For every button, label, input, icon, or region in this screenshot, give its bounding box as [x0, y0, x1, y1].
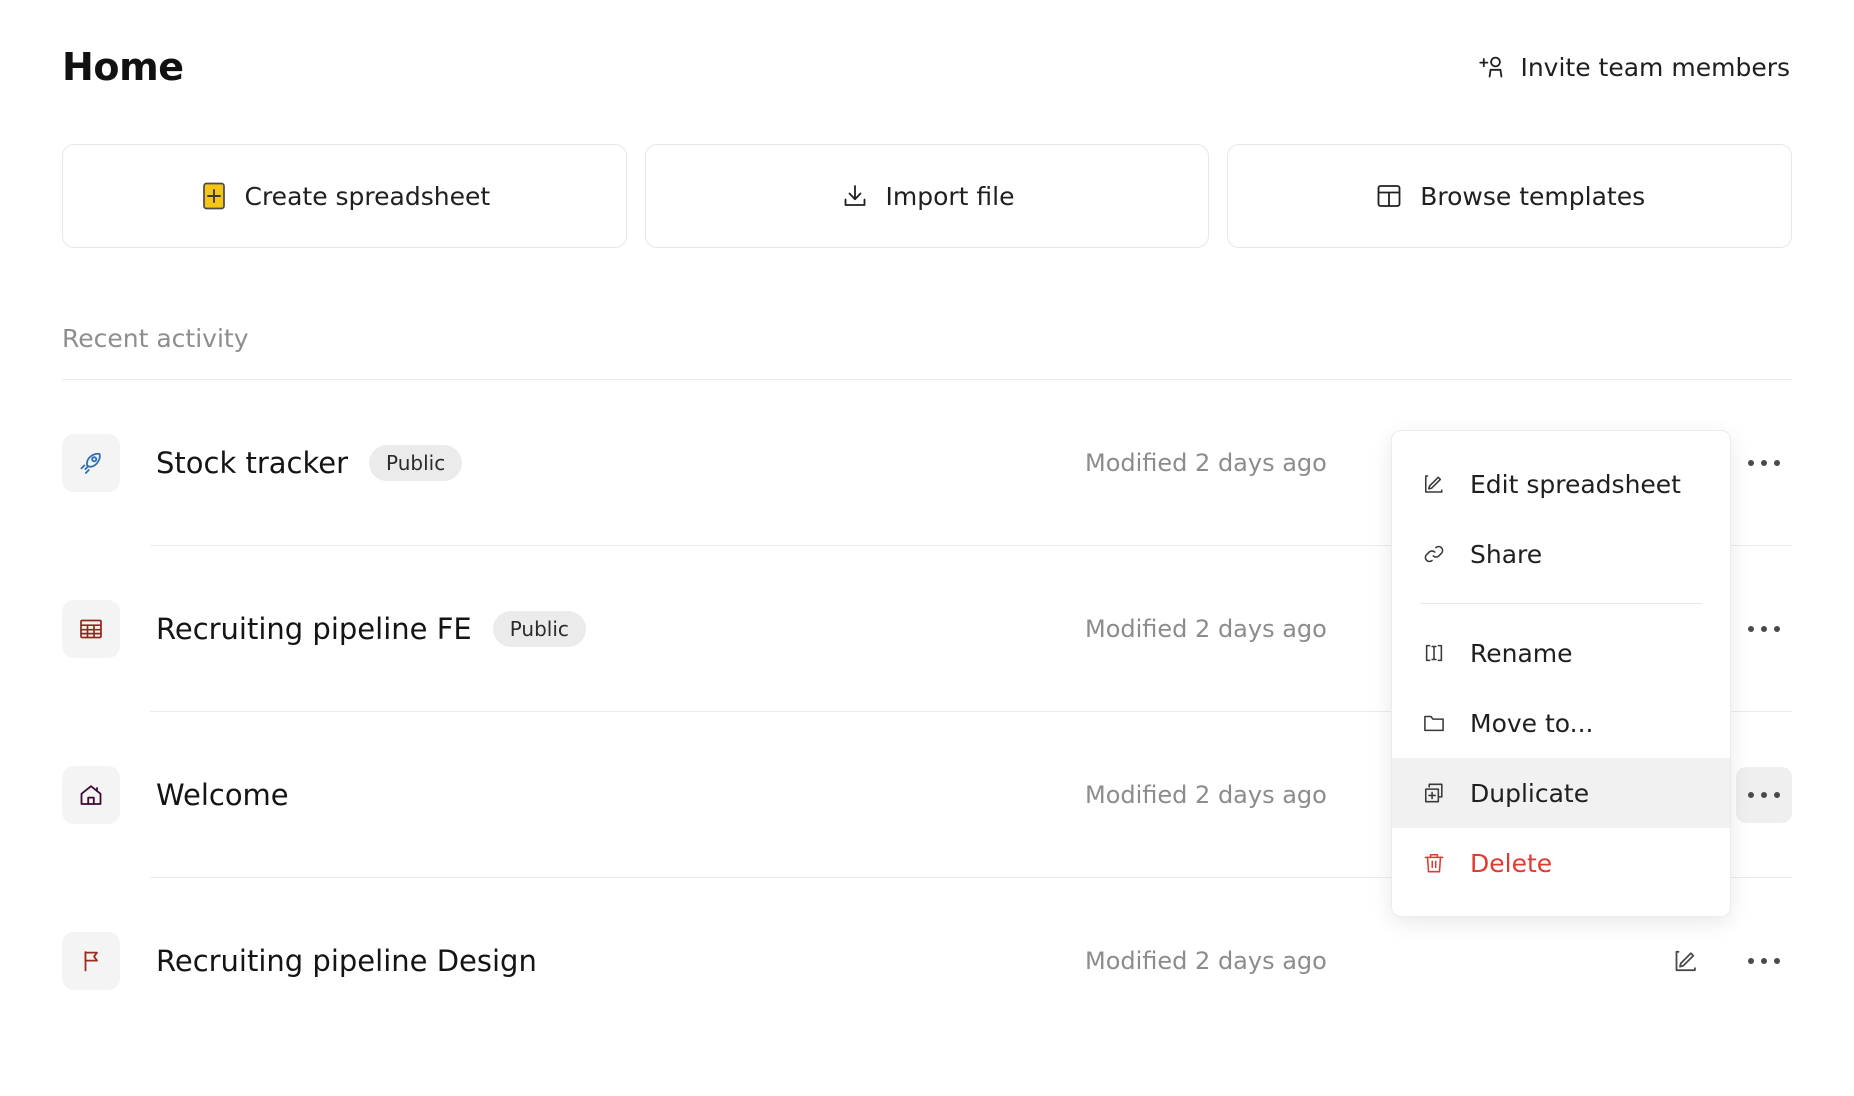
list-item-title: Recruiting pipeline FE [156, 611, 472, 646]
import-file-button[interactable]: Import file [644, 144, 1210, 248]
table-grid-icon [62, 600, 120, 658]
context-menu-item-label: Delete [1470, 848, 1553, 878]
list-item-actions [1736, 435, 1792, 491]
context-menu-item-label: Duplicate [1470, 778, 1590, 808]
plus-square-yellow-icon [199, 181, 229, 211]
create-spreadsheet-label: Create spreadsheet [244, 181, 491, 211]
list-item-main: Recruiting pipeline Design [62, 932, 537, 990]
ellipsis-icon [1748, 792, 1780, 798]
list-item-main: Recruiting pipeline FE Public [62, 600, 586, 658]
list-item-title: Recruiting pipeline Design [156, 943, 537, 978]
context-menu-item-label: Move to... [1470, 708, 1594, 738]
more-options-button[interactable] [1736, 601, 1792, 657]
person-plus-icon [1477, 52, 1507, 82]
list-item-actions [1658, 933, 1792, 989]
list-item-actions [1736, 767, 1792, 823]
folder-icon [1420, 709, 1448, 737]
context-menu-item-move-to[interactable]: Move to... [1392, 688, 1730, 758]
duplicate-copy-icon [1420, 779, 1448, 807]
import-file-label: Import file [885, 181, 1015, 211]
flag-icon [62, 932, 120, 990]
trash-icon [1420, 849, 1448, 877]
context-menu-item-label: Edit spreadsheet [1470, 469, 1681, 499]
context-menu-item-label: Rename [1470, 638, 1573, 668]
import-download-icon [840, 181, 870, 211]
template-layout-icon [1374, 181, 1404, 211]
list-item-actions [1736, 601, 1792, 657]
text-cursor-icon [1420, 639, 1448, 667]
list-item-main: Stock tracker Public [62, 434, 463, 492]
list-item-title: Welcome [156, 777, 289, 812]
status-badge: Public [492, 611, 586, 647]
ellipsis-icon [1748, 626, 1780, 632]
edit-pencil-icon [1671, 946, 1701, 976]
home-page: Home Invite team members Create spreadsh… [0, 0, 1854, 1096]
list-item-modified: Modified 2 days ago [1085, 781, 1327, 809]
house-icon [62, 766, 120, 824]
invite-team-members-label: Invite team members [1520, 52, 1790, 82]
status-badge: Public [369, 445, 463, 481]
page-title: Home [62, 45, 184, 89]
ellipsis-icon [1748, 958, 1780, 964]
list-item-modified: Modified 2 days ago [1085, 449, 1327, 477]
list-item-modified: Modified 2 days ago [1085, 615, 1327, 643]
list-item-main: Welcome [62, 766, 289, 824]
more-options-button[interactable] [1736, 435, 1792, 491]
edit-button[interactable] [1658, 933, 1714, 989]
link-chain-icon [1420, 540, 1448, 568]
list-item-modified: Modified 2 days ago [1085, 947, 1327, 975]
context-menu-item-share[interactable]: Share [1392, 519, 1730, 589]
ellipsis-icon [1748, 460, 1780, 466]
more-options-button[interactable] [1736, 933, 1792, 989]
page-header: Home Invite team members [62, 0, 1792, 98]
create-spreadsheet-button[interactable]: Create spreadsheet [62, 144, 627, 248]
recent-activity-label: Recent activity [62, 324, 249, 353]
browse-templates-button[interactable]: Browse templates [1227, 144, 1793, 248]
invite-team-members-button[interactable]: Invite team members [1475, 48, 1792, 86]
browse-templates-label: Browse templates [1420, 181, 1646, 211]
quick-actions: Create spreadsheet Import file Browse te… [62, 144, 1793, 248]
context-menu-divider [1420, 603, 1702, 604]
context-menu: Edit spreadsheet Share Rename Move to...… [1391, 430, 1731, 917]
context-menu-item-rename[interactable]: Rename [1392, 618, 1730, 688]
rocket-icon [62, 434, 120, 492]
context-menu-item-duplicate[interactable]: Duplicate [1392, 758, 1730, 828]
more-options-button[interactable] [1736, 767, 1792, 823]
edit-pencil-icon [1420, 470, 1448, 498]
context-menu-item-delete[interactable]: Delete [1392, 828, 1730, 898]
context-menu-item-edit-spreadsheet[interactable]: Edit spreadsheet [1392, 449, 1730, 519]
list-item-title: Stock tracker [156, 445, 349, 480]
context-menu-item-label: Share [1470, 539, 1543, 569]
